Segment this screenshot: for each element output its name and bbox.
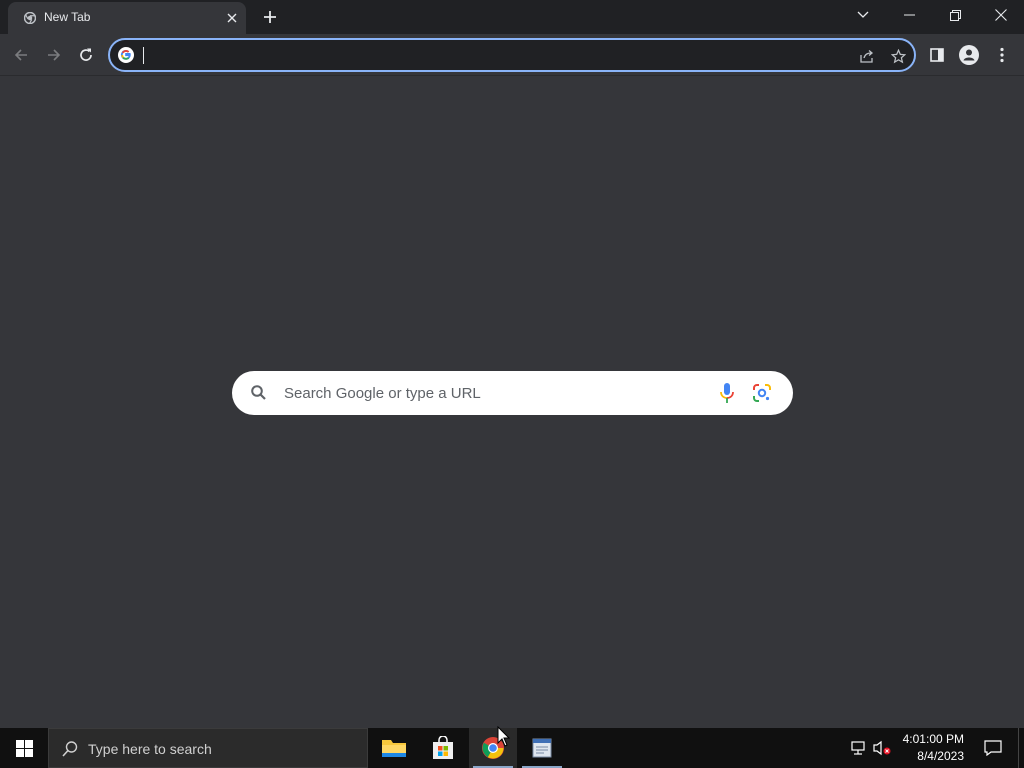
side-panel-icon xyxy=(930,48,944,62)
reload-button[interactable] xyxy=(73,42,99,68)
google-g-icon xyxy=(118,47,134,63)
chrome-icon xyxy=(23,11,37,25)
google-lens-icon[interactable] xyxy=(752,383,772,403)
taskbar-app-window[interactable] xyxy=(518,728,566,768)
profile-icon xyxy=(959,45,979,65)
network-icon[interactable] xyxy=(848,738,868,758)
tab-new-tab[interactable]: New Tab xyxy=(8,2,246,34)
restore-button[interactable] xyxy=(932,0,978,30)
close-window-button[interactable] xyxy=(978,0,1024,30)
start-button[interactable] xyxy=(0,728,48,768)
back-button[interactable] xyxy=(8,42,34,68)
search-icon xyxy=(250,384,268,402)
tab-title: New Tab xyxy=(44,10,91,24)
taskbar-app-store[interactable] xyxy=(419,728,467,768)
folder-icon xyxy=(382,740,406,757)
arrow-left-icon xyxy=(14,49,27,61)
reload-icon xyxy=(80,48,92,61)
address-input[interactable] xyxy=(142,44,842,66)
chevron-down-icon xyxy=(857,11,869,18)
taskbar-clock[interactable]: 4:01:00 PM 8/4/2023 xyxy=(900,731,964,765)
star-icon[interactable] xyxy=(887,45,909,67)
arrow-right-icon xyxy=(48,49,61,61)
notification-icon xyxy=(984,740,1002,756)
app-window-icon xyxy=(532,738,552,758)
taskbar-search-box[interactable]: Type here to search xyxy=(48,728,368,768)
minimize-icon xyxy=(903,14,915,16)
restore-icon xyxy=(949,9,961,21)
forward-button[interactable] xyxy=(41,42,67,68)
tab-search-button[interactable] xyxy=(840,0,886,30)
address-bar[interactable] xyxy=(108,38,916,72)
share-icon[interactable] xyxy=(856,45,878,67)
ntp-search-placeholder[interactable]: Search Google or type a URL xyxy=(284,385,481,402)
close-icon xyxy=(995,9,1007,21)
side-panel-button[interactable] xyxy=(924,42,950,68)
clock-date: 8/4/2023 xyxy=(917,749,964,763)
new-tab-page: Search Google or type a URL xyxy=(0,77,1024,728)
plus-icon xyxy=(264,11,276,23)
browser-titlebar: New Tab xyxy=(0,0,1024,34)
volume-muted-icon[interactable] xyxy=(872,738,892,758)
store-icon xyxy=(433,736,453,759)
new-tab-button[interactable] xyxy=(259,6,281,28)
browser-toolbar xyxy=(0,34,1024,76)
profile-button[interactable] xyxy=(956,42,982,68)
show-desktop-button[interactable] xyxy=(1018,728,1024,768)
ntp-search-box[interactable]: Search Google or type a URL xyxy=(232,371,793,415)
taskbar-app-file-explorer[interactable] xyxy=(370,728,418,768)
menu-button[interactable] xyxy=(989,42,1015,68)
chrome-icon xyxy=(482,737,504,759)
search-icon xyxy=(61,740,79,758)
text-caret xyxy=(143,47,144,64)
close-icon[interactable] xyxy=(224,10,240,26)
windows-taskbar: Type here to search 4:01:00 PM 8/4/2023 xyxy=(0,728,1024,768)
taskbar-app-chrome[interactable] xyxy=(469,728,517,768)
minimize-button[interactable] xyxy=(886,0,932,30)
kebab-menu-icon xyxy=(1000,47,1004,63)
microphone-icon[interactable] xyxy=(717,382,737,404)
clock-time: 4:01:00 PM xyxy=(902,732,964,746)
action-center-button[interactable] xyxy=(978,728,1008,768)
taskbar-search-placeholder: Type here to search xyxy=(88,741,212,757)
windows-logo-icon xyxy=(15,739,33,757)
